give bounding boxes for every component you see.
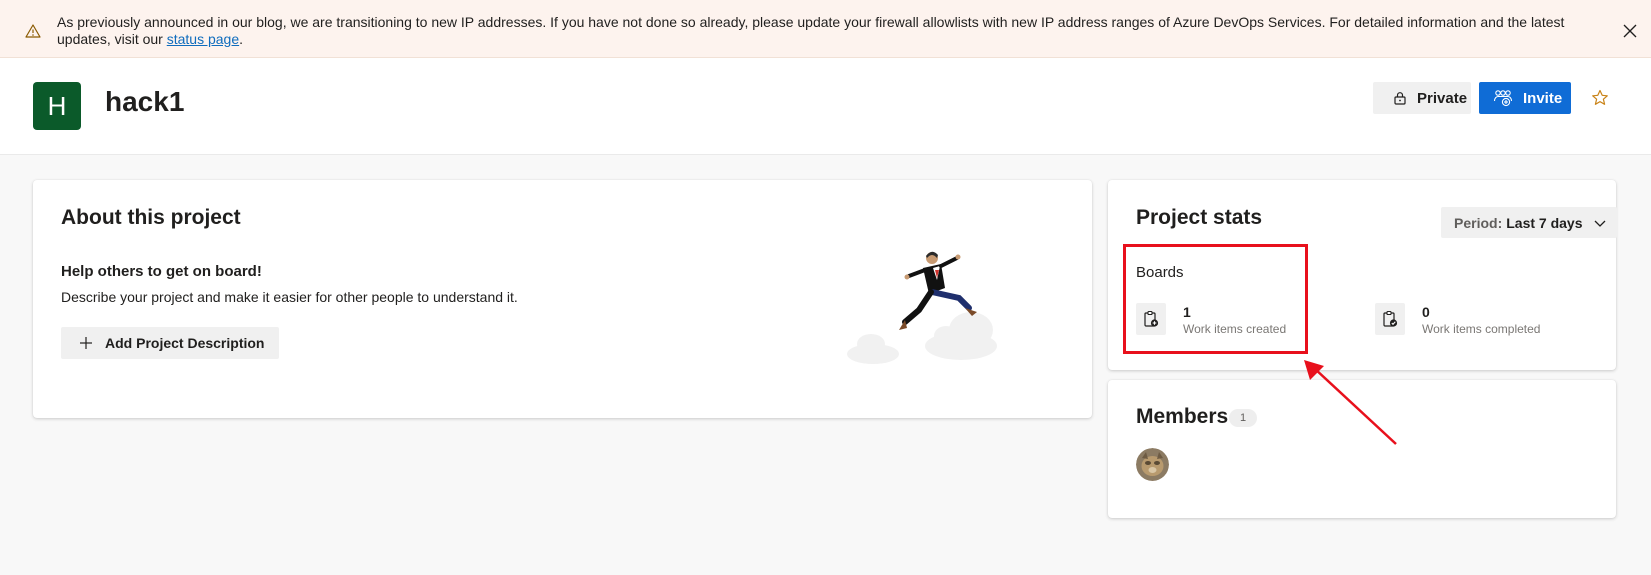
period-value: Last 7 days	[1506, 214, 1583, 231]
announcement-banner: As previously announced in our blog, we …	[0, 0, 1651, 58]
invite-button[interactable]: Invite	[1479, 82, 1571, 114]
chevron-down-icon	[1594, 220, 1605, 227]
add-project-description-button[interactable]: Add Project Description	[61, 327, 279, 359]
invite-label: Invite	[1523, 89, 1563, 107]
work-items-completed-label: Work items completed	[1422, 322, 1541, 336]
about-project-card: About this project Help others to get on…	[33, 180, 1092, 418]
members-title: Members	[1136, 405, 1229, 428]
stats-title: Project stats	[1136, 206, 1263, 229]
help-title: Help others to get on board!	[61, 263, 262, 280]
banner-text: As previously announced in our blog, we …	[57, 14, 1565, 47]
banner-message: As previously announced in our blog, we …	[57, 14, 1617, 48]
project-header: H hack1 Private Invite	[0, 58, 1651, 155]
favorite-star-icon[interactable]	[1590, 88, 1610, 108]
annotation-arrow-icon	[1304, 360, 1397, 445]
onboarding-illustration	[847, 251, 997, 364]
highlight-box	[1123, 244, 1308, 354]
warning-icon	[25, 24, 41, 38]
about-title: About this project	[61, 206, 241, 229]
project-title: hack1	[105, 86, 185, 117]
project-avatar: H	[33, 82, 81, 130]
member-avatar[interactable]	[1136, 448, 1169, 481]
work-items-completed-count: 0	[1422, 304, 1430, 320]
private-button[interactable]: Private	[1373, 82, 1471, 114]
work-items-completed-stat[interactable]: 0 Work items completed	[1375, 303, 1540, 336]
clipboard-check-icon	[1375, 303, 1405, 335]
period-dropdown[interactable]: Period: Last 7 days	[1441, 207, 1617, 238]
add-people-icon	[1493, 90, 1513, 107]
status-page-link[interactable]: status page	[167, 31, 239, 47]
plus-icon	[80, 337, 92, 349]
private-label: Private	[1417, 89, 1468, 107]
lock-icon	[1394, 92, 1406, 105]
help-description: Describe your project and make it easier…	[61, 289, 518, 305]
banner-text-end: .	[239, 31, 244, 47]
members-count-badge: 1	[1229, 409, 1257, 427]
period-key: Period:	[1454, 214, 1503, 231]
close-icon[interactable]	[1623, 24, 1637, 38]
add-description-label: Add Project Description	[105, 335, 265, 351]
